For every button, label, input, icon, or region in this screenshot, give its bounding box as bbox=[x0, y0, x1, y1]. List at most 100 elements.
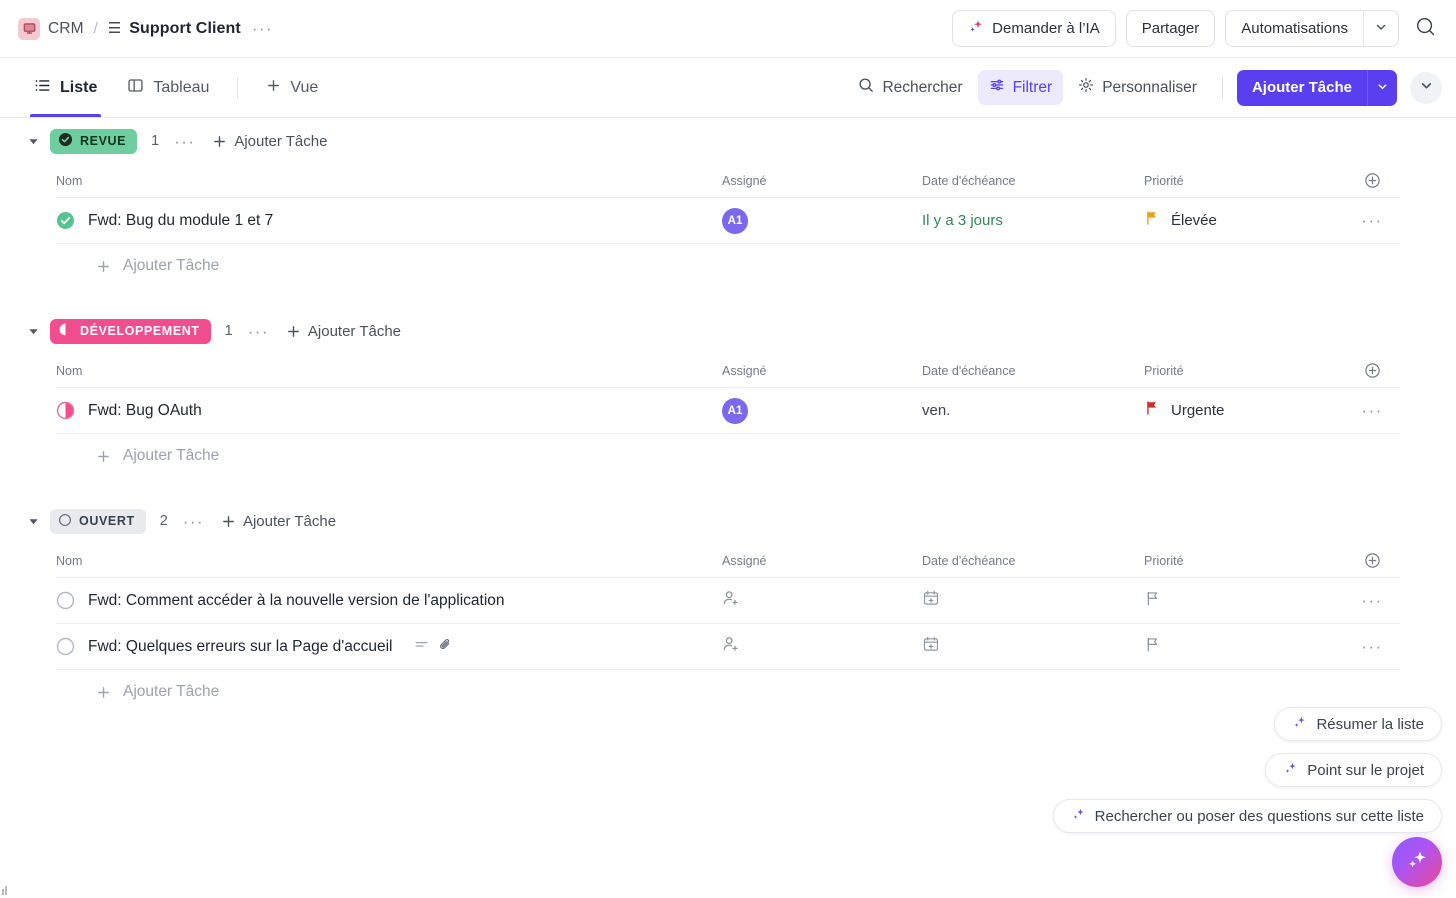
row-more-menu[interactable]: ··· bbox=[1344, 402, 1400, 419]
breadcrumb-separator: / bbox=[93, 20, 98, 37]
group-add-task-button[interactable]: Ajouter Tâche bbox=[221, 513, 336, 530]
check-circle-filled-icon[interactable] bbox=[56, 211, 75, 230]
tab-tableau[interactable]: Tableau bbox=[115, 58, 221, 117]
task-assignee-cell[interactable] bbox=[722, 589, 922, 612]
column-assignee[interactable]: Assigné bbox=[722, 364, 922, 378]
plus-circle-icon bbox=[1364, 553, 1380, 568]
task-title[interactable]: Fwd: Bug OAuth bbox=[88, 402, 202, 420]
column-due-date[interactable]: Date d'échéance bbox=[922, 364, 1144, 378]
column-priority[interactable]: Priorité bbox=[1144, 554, 1344, 568]
share-label: Partager bbox=[1141, 20, 1200, 37]
filter-icon bbox=[989, 77, 1005, 98]
toolbar-overflow-button[interactable] bbox=[1410, 71, 1442, 104]
group-status-label: DÉVELOPPEMENT bbox=[80, 324, 200, 338]
ai-ask-question-button[interactable]: Rechercher ou poser des questions sur ce… bbox=[1052, 799, 1442, 833]
task-due-cell[interactable]: ven. bbox=[922, 402, 1144, 420]
column-priority[interactable]: Priorité bbox=[1144, 174, 1344, 188]
row-more-menu[interactable]: ··· bbox=[1344, 592, 1400, 609]
automations-dropdown-toggle[interactable] bbox=[1363, 10, 1399, 47]
add-assignee-icon bbox=[722, 635, 740, 653]
search-label: Rechercher bbox=[882, 78, 963, 96]
task-priority-cell[interactable]: Urgente bbox=[1144, 400, 1344, 421]
task-title[interactable]: Fwd: Bug du module 1 et 7 bbox=[88, 212, 273, 230]
add-view-button[interactable]: Vue bbox=[254, 58, 330, 117]
column-due-date[interactable]: Date d'échéance bbox=[922, 554, 1144, 568]
task-priority-cell[interactable] bbox=[1144, 636, 1344, 658]
empty-circle-icon[interactable] bbox=[56, 637, 75, 656]
header-search-button[interactable] bbox=[1411, 12, 1440, 46]
table-row[interactable]: Fwd: Quelques erreurs sur la Page d'accu… bbox=[56, 624, 1400, 670]
group-status-label: OUVERT bbox=[79, 514, 135, 528]
plus-icon bbox=[221, 514, 236, 529]
ai-project-update-button[interactable]: Point sur le projet bbox=[1265, 753, 1442, 787]
row-more-dots: ··· bbox=[1361, 401, 1383, 420]
page-title[interactable]: Support Client bbox=[129, 20, 241, 38]
row-more-menu[interactable]: ··· bbox=[1344, 212, 1400, 229]
avatar[interactable]: A1 bbox=[722, 207, 748, 234]
row-more-menu[interactable]: ··· bbox=[1344, 638, 1400, 655]
calendar-plus-icon bbox=[922, 636, 940, 657]
task-due-cell[interactable]: Il y a 3 jours bbox=[922, 212, 1144, 230]
ask-ai-button[interactable]: Demander à l’IA bbox=[952, 10, 1116, 47]
task-priority-cell[interactable]: Élevée bbox=[1144, 210, 1344, 231]
task-title[interactable]: Fwd: Quelques erreurs sur la Page d'accu… bbox=[88, 638, 393, 656]
toolbar-divider bbox=[237, 76, 239, 99]
empty-circle-icon[interactable] bbox=[56, 591, 75, 610]
row-more-dots: ··· bbox=[1361, 211, 1383, 230]
attachment-paperclip-icon[interactable] bbox=[438, 637, 453, 657]
table-row[interactable]: Fwd: Comment accéder à la nouvelle versi… bbox=[56, 578, 1400, 624]
tab-liste[interactable]: Liste bbox=[22, 58, 109, 117]
column-name[interactable]: Nom bbox=[56, 554, 722, 568]
column-assignee[interactable]: Assigné bbox=[722, 554, 922, 568]
group-add-task-button[interactable]: Ajouter Tâche bbox=[286, 323, 401, 340]
task-due-cell[interactable] bbox=[922, 589, 1144, 612]
task-title[interactable]: Fwd: Comment accéder à la nouvelle versi… bbox=[88, 592, 505, 610]
column-name[interactable]: Nom bbox=[56, 364, 722, 378]
group-add-task-label: Ajouter Tâche bbox=[242, 512, 337, 530]
task-assignee-cell[interactable] bbox=[722, 635, 922, 658]
sparkle-icon bbox=[1404, 847, 1430, 878]
filter-button[interactable]: Filtrer bbox=[977, 70, 1064, 105]
table-row[interactable]: Fwd: Bug du module 1 et 7 A1 Il y a 3 jo… bbox=[56, 198, 1400, 244]
group-more-menu[interactable]: ··· bbox=[171, 131, 198, 152]
group-add-task-button[interactable]: Ajouter Tâche bbox=[212, 133, 327, 150]
group-collapse-toggle[interactable] bbox=[24, 516, 42, 527]
scrollbar-corner[interactable] bbox=[2, 882, 9, 895]
ai-assistant-fab[interactable] bbox=[1392, 837, 1442, 887]
search-button[interactable]: Rechercher bbox=[847, 70, 973, 105]
add-column-button[interactable] bbox=[1344, 362, 1400, 379]
group-more-menu[interactable]: ··· bbox=[180, 511, 207, 532]
breadcrumb-workspace[interactable]: CRM bbox=[48, 20, 84, 38]
view-toolbar: Liste Tableau Vue Rechercher Filtrer Per… bbox=[0, 58, 1456, 118]
column-name[interactable]: Nom bbox=[56, 174, 722, 188]
avatar[interactable]: A1 bbox=[722, 397, 748, 424]
page-more-menu[interactable]: ··· bbox=[249, 18, 276, 39]
group-add-task-label: Ajouter Tâche bbox=[234, 132, 328, 150]
group-add-task-row[interactable]: Ajouter Tâche bbox=[0, 244, 1456, 288]
group-more-menu[interactable]: ··· bbox=[245, 321, 272, 342]
add-task-button[interactable]: Ajouter Tâche bbox=[1236, 69, 1367, 106]
group-status-badge[interactable]: DÉVELOPPEMENT bbox=[50, 318, 211, 344]
column-header-row: Nom Assigné Date d'échéance Priorité bbox=[56, 544, 1400, 578]
column-priority[interactable]: Priorité bbox=[1144, 364, 1344, 378]
group-add-task-row[interactable]: Ajouter Tâche bbox=[0, 434, 1456, 478]
group-status-badge[interactable]: REVUE bbox=[50, 128, 138, 154]
add-task-dropdown-toggle[interactable] bbox=[1367, 69, 1397, 106]
half-circle-icon[interactable] bbox=[56, 401, 75, 420]
task-due-cell[interactable] bbox=[922, 635, 1144, 658]
table-row[interactable]: Fwd: Bug OAuth A1 ven. Urgente ··· bbox=[56, 388, 1400, 434]
group-collapse-toggle[interactable] bbox=[24, 326, 42, 337]
ai-summarize-list-button[interactable]: Résumer la liste bbox=[1274, 707, 1442, 741]
group-status-badge[interactable]: OUVERT bbox=[50, 508, 146, 534]
add-column-button[interactable] bbox=[1344, 172, 1400, 189]
description-icon[interactable] bbox=[414, 637, 429, 657]
column-due-date[interactable]: Date d'échéance bbox=[922, 174, 1144, 188]
group-revue: REVUE 1 ··· Ajouter Tâche Nom Assigné Da… bbox=[0, 118, 1456, 288]
group-collapse-toggle[interactable] bbox=[24, 136, 42, 147]
add-column-button[interactable] bbox=[1344, 552, 1400, 569]
customize-button[interactable]: Personnaliser bbox=[1067, 70, 1208, 105]
automations-button[interactable]: Automatisations bbox=[1225, 10, 1363, 47]
share-button[interactable]: Partager bbox=[1125, 10, 1216, 47]
task-priority-cell[interactable] bbox=[1144, 590, 1344, 612]
column-assignee[interactable]: Assigné bbox=[722, 174, 922, 188]
